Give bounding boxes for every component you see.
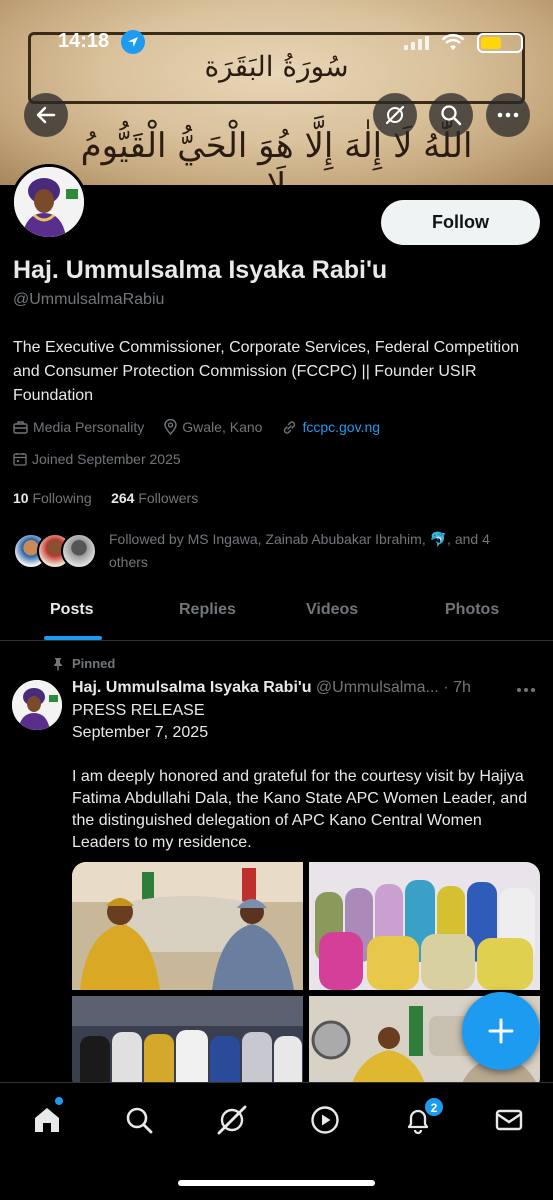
post-author-avatar[interactable] — [12, 680, 62, 730]
tab-photos[interactable]: Photos — [445, 601, 499, 619]
pin-icon — [54, 657, 62, 670]
nav-grok[interactable] — [215, 1103, 249, 1137]
follower-avatar — [61, 533, 97, 569]
nav-search[interactable] — [122, 1103, 156, 1137]
post-header: Haj. Ummulsalma Isyaka Rabi'u @Ummulsalm… — [72, 679, 471, 697]
post-author-name[interactable]: Haj. Ummulsalma Isyaka Rabi'u — [72, 679, 311, 696]
post-photo[interactable] — [72, 862, 303, 990]
search-icon — [126, 1107, 153, 1134]
compose-post-button[interactable] — [462, 992, 540, 1070]
home-unread-dot — [55, 1097, 63, 1105]
profile-tabs: Posts Replies Videos Photos — [0, 585, 553, 641]
home-icon — [35, 1108, 59, 1132]
profile-handle: @UmmulsalmaRabiu — [13, 291, 165, 308]
status-indicators — [404, 33, 523, 53]
mail-icon — [495, 1109, 523, 1131]
grok-icon — [217, 1105, 247, 1135]
profile-bio: The Executive Commissioner, Corporate Se… — [13, 339, 519, 404]
following-stat[interactable]: 10 Following — [13, 490, 92, 506]
nav-home[interactable] — [30, 1103, 64, 1137]
profile-location: Gwale, Kano — [164, 419, 262, 435]
post-line-1: PRESS RELEASE — [72, 702, 205, 719]
profile-name: Haj. Ummulsalma Isyaka Rabi'u — [13, 256, 388, 284]
grok-icon — [385, 105, 405, 125]
location-services-icon — [121, 30, 145, 54]
plus-icon — [488, 1018, 514, 1044]
back-button[interactable] — [24, 93, 68, 137]
followers-stat[interactable]: 264 Followers — [111, 490, 198, 506]
tab-posts[interactable]: Posts — [50, 601, 94, 619]
pinned-text: Pinned — [72, 656, 116, 671]
home-indicator — [178, 1180, 375, 1186]
profile-location-text: Gwale, Kano — [182, 419, 263, 435]
post-media-grid — [72, 862, 540, 1092]
post-photo[interactable] — [309, 862, 540, 990]
post-more-button[interactable] — [516, 677, 536, 698]
profile-joined: Joined September 2025 — [13, 451, 181, 467]
search-button[interactable] — [429, 93, 473, 137]
calendar-icon — [13, 453, 27, 466]
search-icon — [441, 105, 462, 126]
arrow-left-icon — [36, 106, 56, 124]
banner-sura-text: سُورَةُ البَقَرَة — [204, 50, 349, 83]
followers-count: 264 — [111, 490, 135, 506]
profile-banner: سُورَةُ البَقَرَة اللّٰهُ لَا إِلٰهَ إِل… — [0, 0, 553, 185]
post-paragraph: I am deeply honored and grateful for the… — [72, 768, 528, 851]
profile-meta-row: Media Personality Gwale, Kano fccpc.gov.… — [13, 419, 380, 435]
post-photo[interactable] — [72, 996, 303, 1092]
profile-joined-text: Joined September 2025 — [32, 451, 181, 467]
following-label: Following — [32, 490, 92, 506]
more-horizontal-icon — [497, 112, 519, 118]
link-icon — [284, 420, 296, 434]
nav-messages[interactable] — [492, 1103, 526, 1137]
follow-button[interactable]: Follow — [381, 200, 540, 245]
followers-label: Followers — [138, 490, 199, 506]
cellular-signal-icon — [404, 36, 429, 50]
following-count: 10 — [13, 490, 29, 506]
banner-ayah-text: اللّٰهُ لَا إِلٰهَ إِلَّا هُوَ الْحَيُّ … — [80, 126, 473, 185]
profile-avatar[interactable] — [11, 164, 87, 240]
profile-category-text: Media Personality — [33, 419, 145, 435]
location-pin-icon — [164, 419, 177, 435]
profile-website-link[interactable]: fccpc.gov.ng — [302, 419, 380, 435]
status-time: 14:18 — [58, 30, 110, 52]
profile-website[interactable]: fccpc.gov.ng — [282, 419, 380, 435]
post-text: PRESS RELEASE September 7, 2025 I am dee… — [72, 700, 540, 876]
wifi-icon — [441, 34, 465, 50]
followed-by-text[interactable]: Followed by MS Ingawa, Zainab Abubakar I… — [109, 528, 529, 574]
more-horizontal-icon — [517, 688, 535, 692]
tab-videos[interactable]: Videos — [306, 601, 358, 619]
nav-video[interactable] — [308, 1103, 342, 1137]
tab-replies[interactable]: Replies — [179, 601, 236, 619]
battery-icon — [477, 33, 523, 53]
active-tab-indicator — [44, 636, 102, 640]
profile-category: Media Personality — [13, 419, 144, 435]
play-circle-icon — [311, 1106, 339, 1134]
post-line-2: September 7, 2025 — [72, 724, 209, 741]
notification-badge: 2 — [424, 1097, 444, 1117]
followed-by-avatars[interactable] — [13, 533, 97, 569]
follow-stats: 10 Following 264 Followers — [13, 490, 198, 506]
pinned-label: Pinned — [52, 656, 115, 671]
grok-button[interactable] — [373, 93, 417, 137]
briefcase-icon — [13, 421, 28, 434]
post-handle-time: @Ummulsalma... · 7h — [315, 679, 471, 696]
more-options-button[interactable] — [486, 93, 530, 137]
